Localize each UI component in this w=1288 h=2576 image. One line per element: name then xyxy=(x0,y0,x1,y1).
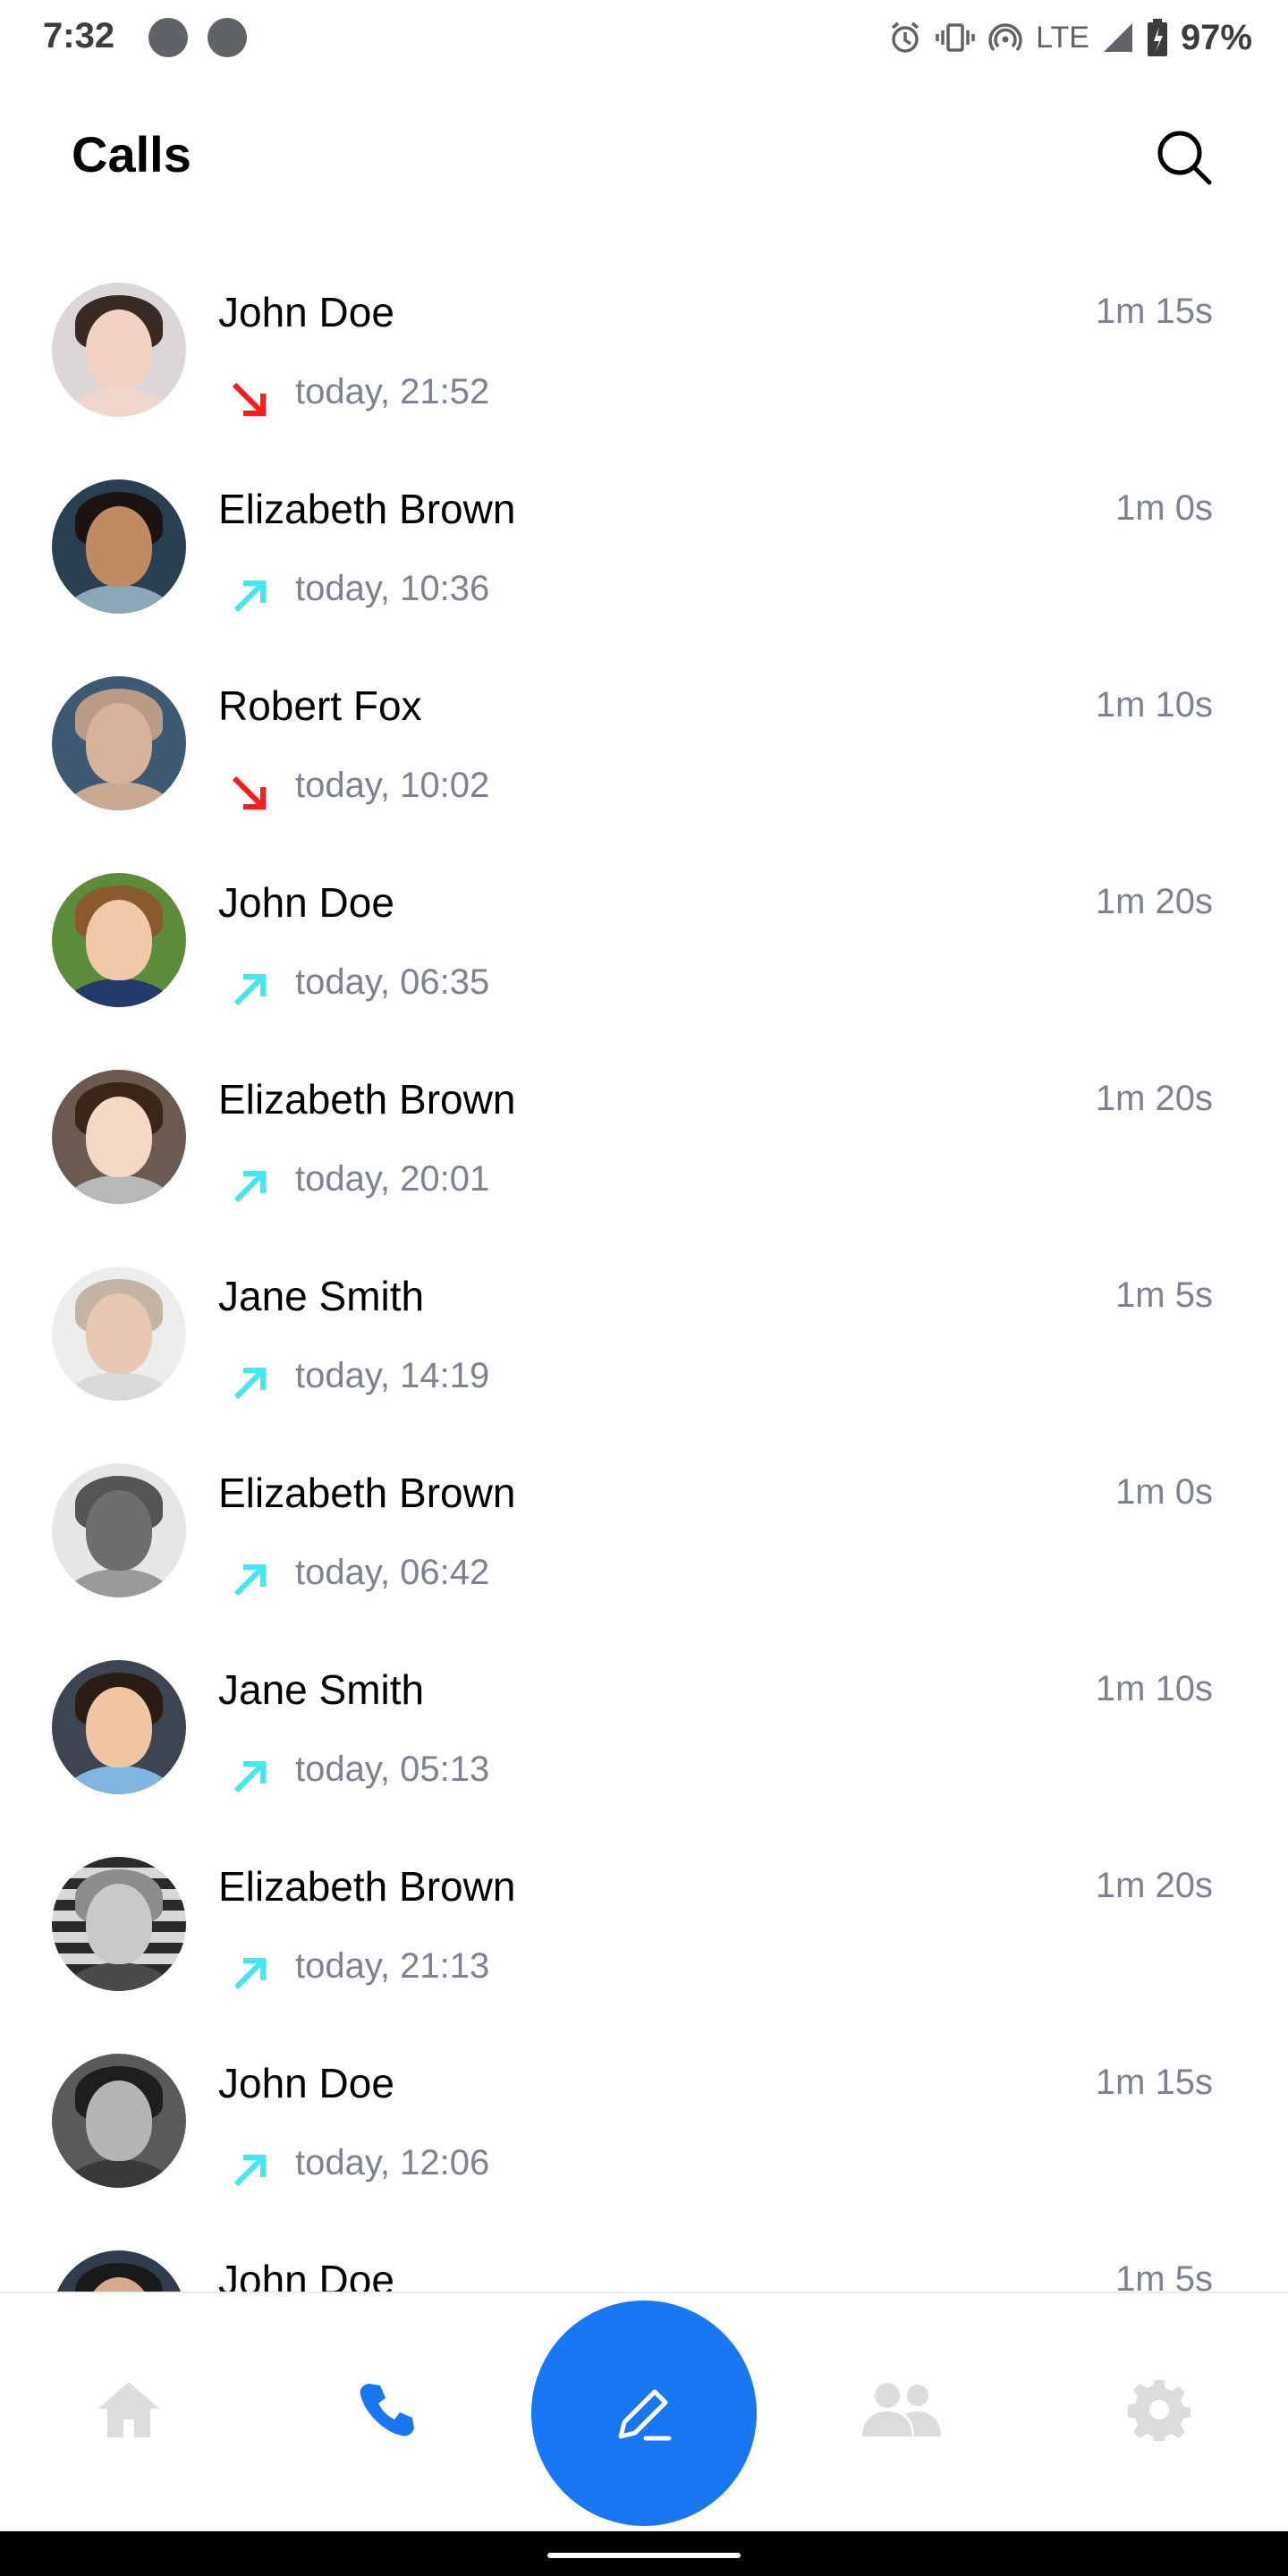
outgoing-call-icon xyxy=(233,1171,266,1203)
caller-name: John Doe xyxy=(218,2257,394,2292)
call-time: today, 10:02 xyxy=(295,766,490,805)
avatar xyxy=(52,2250,186,2292)
call-time: today, 21:13 xyxy=(295,1946,490,1986)
nav-settings[interactable] xyxy=(1114,2365,1204,2454)
outgoing-call-icon xyxy=(233,2155,266,2187)
home-icon xyxy=(98,2382,159,2437)
call-duration: 1m 0s xyxy=(1115,1472,1213,1512)
call-row[interactable]: Elizabeth Brown 1m 0s today, 06:42 xyxy=(0,1449,1288,1646)
outgoing-call-icon xyxy=(233,1761,266,1793)
outgoing-call-icon xyxy=(233,580,266,613)
call-duration: 1m 0s xyxy=(1115,488,1213,528)
call-row[interactable]: John Doe 1m 15s today, 21:52 xyxy=(0,268,1288,465)
avatar xyxy=(52,676,186,810)
status-time: 7:32 xyxy=(43,16,115,55)
outgoing-call-icon xyxy=(233,1368,266,1400)
caller-name: Elizabeth Brown xyxy=(218,1076,516,1123)
search-icon xyxy=(1157,131,1212,185)
call-time: today, 14:19 xyxy=(295,1356,490,1395)
caller-name: John Doe xyxy=(218,289,394,335)
caller-name: Jane Smith xyxy=(218,1666,425,1713)
call-time: today, 20:01 xyxy=(295,1159,490,1199)
call-duration: 1m 15s xyxy=(1095,292,1213,331)
hotspot-icon xyxy=(988,23,1022,52)
call-duration: 1m 10s xyxy=(1095,685,1213,724)
home-indicator[interactable] xyxy=(547,2553,741,2558)
caller-name: Elizabeth Brown xyxy=(218,1863,516,1910)
call-time: today, 05:13 xyxy=(295,1750,490,1789)
compose-button[interactable] xyxy=(531,2301,757,2526)
network-type: LTE xyxy=(1036,20,1089,55)
caller-name: Elizabeth Brown xyxy=(218,486,516,532)
call-duration: 1m 10s xyxy=(1095,1669,1213,1708)
status-icons: LTE 97% xyxy=(887,13,1252,63)
outgoing-call-icon xyxy=(233,974,266,1006)
incoming-call-icon xyxy=(232,382,266,416)
caller-name: John Doe xyxy=(218,879,394,926)
status-bar: 7:32 LTE 97% xyxy=(0,0,1288,75)
contacts-icon xyxy=(862,2383,941,2436)
compose-icon xyxy=(618,2389,672,2441)
avatar xyxy=(52,873,186,1007)
vibrate-icon xyxy=(936,23,975,52)
call-row[interactable]: John Doe 1m 15s today, 12:06 xyxy=(0,2039,1288,2236)
call-time: today, 06:35 xyxy=(295,962,490,1002)
avatar xyxy=(52,1660,186,1794)
call-row[interactable]: Jane Smith 1m 5s today, 14:19 xyxy=(0,1252,1288,1449)
incoming-call-icon xyxy=(232,775,266,809)
search-button[interactable] xyxy=(1148,122,1220,193)
avatar xyxy=(52,1463,186,1597)
avatar xyxy=(52,2054,186,2188)
app-notification-icon xyxy=(208,18,247,57)
nav-contacts[interactable] xyxy=(857,2365,946,2454)
avatar xyxy=(52,283,186,417)
call-time: today, 10:36 xyxy=(295,569,490,608)
battery-icon xyxy=(1147,19,1167,56)
call-row[interactable]: Elizabeth Brown 1m 0s today, 10:36 xyxy=(0,465,1288,662)
caller-name: Robert Fox xyxy=(218,682,422,729)
signal-icon xyxy=(1103,23,1132,52)
call-row[interactable]: Jane Smith 1m 10s today, 05:13 xyxy=(0,1646,1288,1843)
call-row[interactable]: John Doe 1m 20s today, 06:35 xyxy=(0,859,1288,1055)
outgoing-call-icon xyxy=(233,1958,266,1990)
call-row[interactable]: John Doe 1m 5s xyxy=(0,2236,1288,2292)
settings-icon xyxy=(1128,2380,1191,2441)
call-time: today, 21:52 xyxy=(295,372,490,411)
call-duration: 1m 5s xyxy=(1115,1275,1213,1315)
call-row[interactable]: Elizabeth Brown 1m 20s today, 20:01 xyxy=(0,1055,1288,1252)
call-duration: 1m 20s xyxy=(1095,1079,1213,1118)
call-time: today, 12:06 xyxy=(295,2143,490,2182)
battery-level: 97% xyxy=(1180,17,1252,57)
avatar xyxy=(52,1070,186,1204)
call-time: today, 06:42 xyxy=(295,1553,490,1592)
call-duration: 1m 20s xyxy=(1095,882,1213,921)
call-duration: 1m 20s xyxy=(1095,1866,1213,1905)
caller-name: Jane Smith xyxy=(218,1273,425,1319)
outgoing-call-icon xyxy=(233,1564,266,1597)
call-duration: 1m 15s xyxy=(1095,2063,1213,2102)
caller-name: John Doe xyxy=(218,2060,394,2106)
app-notification-icon xyxy=(148,18,188,57)
call-row[interactable]: Elizabeth Brown 1m 20s today, 21:13 xyxy=(0,1843,1288,2039)
avatar xyxy=(52,1857,186,1991)
call-row[interactable]: Robert Fox 1m 10s today, 10:02 xyxy=(0,662,1288,859)
call-duration: 1m 5s xyxy=(1115,2259,1213,2292)
avatar xyxy=(52,1267,186,1401)
avatar xyxy=(52,479,186,614)
alarm-icon xyxy=(891,21,919,53)
nav-calls[interactable] xyxy=(342,2365,431,2454)
nav-home[interactable] xyxy=(84,2365,174,2454)
phone-icon xyxy=(360,2384,414,2436)
call-list[interactable]: John Doe 1m 15s today, 21:52 Elizabeth B… xyxy=(0,268,1288,2292)
caller-name: Elizabeth Brown xyxy=(218,1470,516,1516)
page-title: Calls xyxy=(72,126,191,182)
